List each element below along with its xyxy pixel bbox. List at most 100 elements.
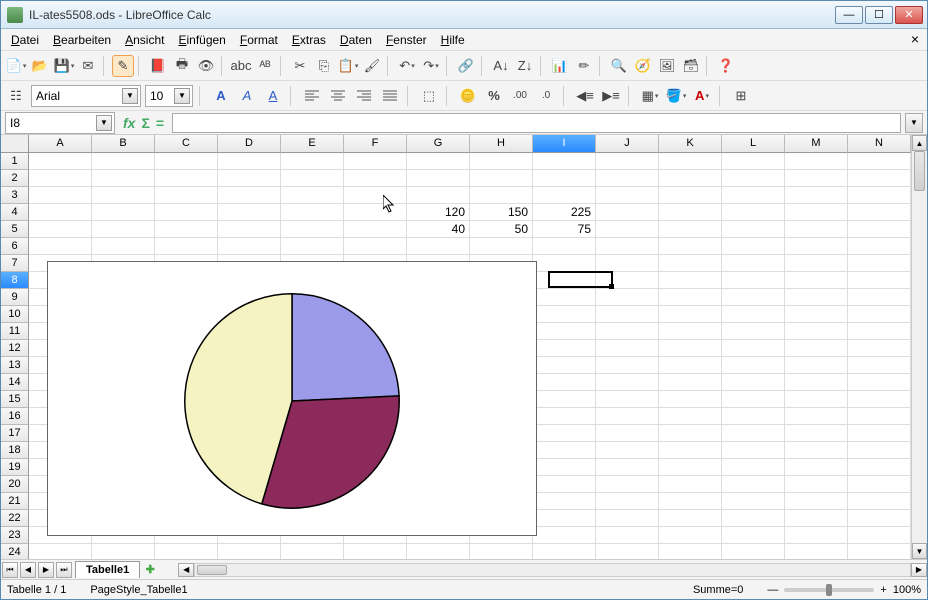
column-headers[interactable]: ABCDEFGHIJKLMN bbox=[29, 135, 911, 153]
cell-J19[interactable] bbox=[596, 459, 659, 476]
cell-B24[interactable] bbox=[92, 544, 155, 559]
cell-M8[interactable] bbox=[785, 272, 848, 289]
cell-M18[interactable] bbox=[785, 442, 848, 459]
increase-indent-button[interactable]: ▶≡ bbox=[600, 85, 622, 107]
col-header-H[interactable]: H bbox=[470, 135, 533, 153]
cell-N3[interactable] bbox=[848, 187, 911, 204]
cell-D1[interactable] bbox=[218, 153, 281, 170]
gallery-button[interactable]: 🖼 bbox=[656, 55, 678, 77]
cell-I1[interactable] bbox=[533, 153, 596, 170]
cell-K18[interactable] bbox=[659, 442, 722, 459]
cell-K19[interactable] bbox=[659, 459, 722, 476]
cell-K13[interactable] bbox=[659, 357, 722, 374]
bold-button[interactable]: A bbox=[210, 85, 232, 107]
cell-L20[interactable] bbox=[722, 476, 785, 493]
cell-L4[interactable] bbox=[722, 204, 785, 221]
cell-E5[interactable] bbox=[281, 221, 344, 238]
col-header-F[interactable]: F bbox=[344, 135, 407, 153]
cell-H5[interactable]: 50 bbox=[470, 221, 533, 238]
del-decimal-button[interactable]: .0 bbox=[535, 85, 557, 107]
cell-I17[interactable] bbox=[533, 425, 596, 442]
preview-button[interactable]: 👁 bbox=[195, 55, 217, 77]
row-header-16[interactable]: 16 bbox=[1, 408, 29, 425]
open-button[interactable]: 📂 bbox=[29, 55, 51, 77]
align-left-button[interactable] bbox=[301, 85, 323, 107]
cell-M4[interactable] bbox=[785, 204, 848, 221]
cell-M2[interactable] bbox=[785, 170, 848, 187]
cell-M24[interactable] bbox=[785, 544, 848, 559]
fontcolor-button[interactable]: A bbox=[691, 85, 713, 107]
find-button[interactable]: 🔍 bbox=[608, 55, 630, 77]
undo-button[interactable]: ↶ bbox=[396, 55, 418, 77]
format-brush-button[interactable]: 🖌 bbox=[361, 55, 383, 77]
row-header-19[interactable]: 19 bbox=[1, 459, 29, 476]
cell-G5[interactable]: 40 bbox=[407, 221, 470, 238]
document-close-icon[interactable]: × bbox=[911, 31, 919, 47]
cell-L13[interactable] bbox=[722, 357, 785, 374]
cell-I8[interactable] bbox=[533, 272, 596, 289]
cell-K21[interactable] bbox=[659, 493, 722, 510]
currency-button[interactable]: 🪙 bbox=[457, 85, 479, 107]
print-button[interactable]: 🖶 bbox=[171, 55, 193, 77]
borders-button[interactable]: ▦ bbox=[639, 85, 661, 107]
cell-B2[interactable] bbox=[92, 170, 155, 187]
cell-J3[interactable] bbox=[596, 187, 659, 204]
cell-M19[interactable] bbox=[785, 459, 848, 476]
cell-G1[interactable] bbox=[407, 153, 470, 170]
align-center-button[interactable] bbox=[327, 85, 349, 107]
zoom-out-icon[interactable]: — bbox=[767, 584, 778, 596]
col-header-C[interactable]: C bbox=[155, 135, 218, 153]
cell-G3[interactable] bbox=[407, 187, 470, 204]
cell-L11[interactable] bbox=[722, 323, 785, 340]
cell-A24[interactable] bbox=[29, 544, 92, 559]
name-box[interactable]: I8▼ bbox=[5, 112, 115, 134]
hyperlink-button[interactable]: 🔗 bbox=[455, 55, 477, 77]
cell-K15[interactable] bbox=[659, 391, 722, 408]
cell-J2[interactable] bbox=[596, 170, 659, 187]
col-header-K[interactable]: K bbox=[659, 135, 722, 153]
add-decimal-button[interactable]: .00 bbox=[509, 85, 531, 107]
cell-M16[interactable] bbox=[785, 408, 848, 425]
cell-J9[interactable] bbox=[596, 289, 659, 306]
row-header-12[interactable]: 12 bbox=[1, 340, 29, 357]
cell-N22[interactable] bbox=[848, 510, 911, 527]
cell-J14[interactable] bbox=[596, 374, 659, 391]
cell-L6[interactable] bbox=[722, 238, 785, 255]
cell-L18[interactable] bbox=[722, 442, 785, 459]
zoom-in-icon[interactable]: + bbox=[880, 584, 886, 596]
cell-M14[interactable] bbox=[785, 374, 848, 391]
row-header-4[interactable]: 4 bbox=[1, 204, 29, 221]
embedded-chart[interactable] bbox=[47, 261, 537, 536]
row-header-21[interactable]: 21 bbox=[1, 493, 29, 510]
cell-I23[interactable] bbox=[533, 527, 596, 544]
cell-G4[interactable]: 120 bbox=[407, 204, 470, 221]
cell-H4[interactable]: 150 bbox=[470, 204, 533, 221]
cell-F1[interactable] bbox=[344, 153, 407, 170]
col-header-I[interactable]: I bbox=[533, 135, 596, 153]
cell-K5[interactable] bbox=[659, 221, 722, 238]
horizontal-scrollbar[interactable]: ◀ ▶ bbox=[178, 563, 927, 577]
cell-A3[interactable] bbox=[29, 187, 92, 204]
cell-J17[interactable] bbox=[596, 425, 659, 442]
cell-I6[interactable] bbox=[533, 238, 596, 255]
cell-J11[interactable] bbox=[596, 323, 659, 340]
cell-D5[interactable] bbox=[218, 221, 281, 238]
zoom-slider[interactable] bbox=[784, 588, 874, 592]
cell-K6[interactable] bbox=[659, 238, 722, 255]
cell-C24[interactable] bbox=[155, 544, 218, 559]
row-header-17[interactable]: 17 bbox=[1, 425, 29, 442]
cell-B3[interactable] bbox=[92, 187, 155, 204]
cell-M23[interactable] bbox=[785, 527, 848, 544]
cell-G2[interactable] bbox=[407, 170, 470, 187]
cell-I15[interactable] bbox=[533, 391, 596, 408]
cell-J20[interactable] bbox=[596, 476, 659, 493]
cell-K24[interactable] bbox=[659, 544, 722, 559]
cell-K2[interactable] bbox=[659, 170, 722, 187]
cell-K22[interactable] bbox=[659, 510, 722, 527]
cell-N1[interactable] bbox=[848, 153, 911, 170]
cell-I3[interactable] bbox=[533, 187, 596, 204]
cell-I14[interactable] bbox=[533, 374, 596, 391]
row-header-11[interactable]: 11 bbox=[1, 323, 29, 340]
cell-L9[interactable] bbox=[722, 289, 785, 306]
menu-format[interactable]: Format bbox=[234, 31, 284, 49]
